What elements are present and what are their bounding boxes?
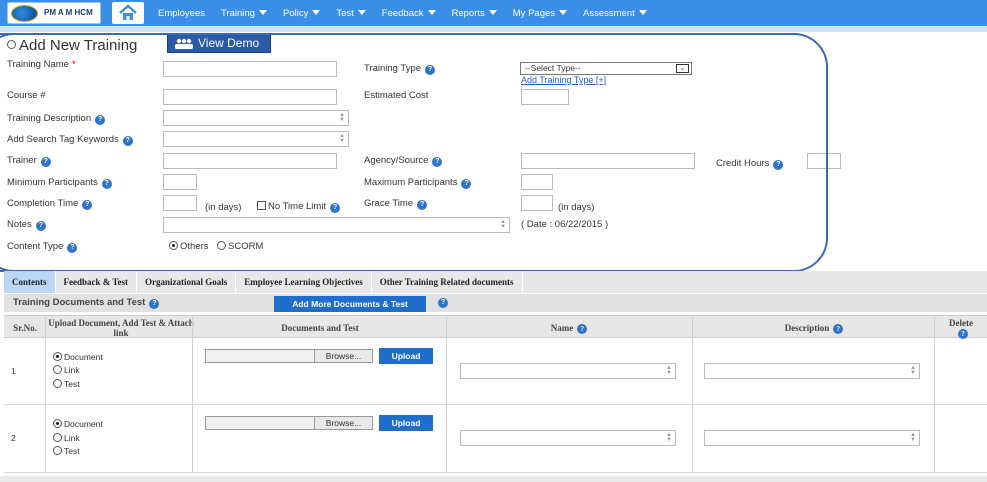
- resize-spinner-icon: ▲ ▼: [910, 365, 916, 376]
- col-name: Name?: [446, 323, 692, 334]
- tab-bar: Contents Feedback & Test Organizational …: [4, 271, 987, 293]
- row-sr-number: 2: [11, 433, 16, 443]
- radio-icon: [53, 379, 62, 388]
- option-document-radio[interactable]: Document: [53, 352, 103, 362]
- help-icon: ?: [577, 324, 588, 334]
- home-icon: [119, 4, 137, 20]
- caret-down-icon: [559, 9, 568, 15]
- company-logo[interactable]: PM A M HCM: [7, 2, 101, 24]
- radio-selected-icon: [53, 419, 62, 428]
- menu-assessment[interactable]: Assessment: [583, 8, 647, 19]
- tab-organizational-goals[interactable]: Organizational Goals: [137, 271, 237, 293]
- file-input[interactable]: Browse...: [205, 349, 373, 363]
- upload-button[interactable]: Upload: [379, 415, 433, 431]
- globe-logo-icon: [11, 5, 38, 22]
- caret-down-icon: [258, 9, 267, 15]
- horizontal-scrollbar[interactable]: [0, 476, 987, 482]
- tab-contents[interactable]: Contents: [4, 271, 56, 293]
- help-icon: ?: [833, 324, 844, 334]
- caret-down-icon: [357, 9, 366, 15]
- file-input[interactable]: Browse...: [205, 416, 373, 430]
- logo-text: PM A M HCM: [44, 8, 93, 17]
- description-textarea[interactable]: ▲ ▼: [704, 363, 920, 379]
- option-document-radio[interactable]: Document: [53, 419, 103, 429]
- annotation-outline: [0, 33, 828, 272]
- main-menu: Employees Training Policy Test Feedback …: [158, 0, 663, 26]
- upload-button[interactable]: Upload: [379, 348, 433, 364]
- col-upload: Upload Document, Add Test & Attach link: [48, 318, 194, 338]
- browse-button[interactable]: Browse...: [314, 350, 372, 362]
- col-delete: Delete?: [949, 318, 973, 339]
- top-navigation-bar: PM A M HCM Employees Training Policy Tes…: [0, 0, 987, 26]
- option-link-radio[interactable]: Link: [53, 433, 80, 443]
- name-textarea[interactable]: ▲ ▼: [460, 363, 676, 379]
- annotation-outline-left: [0, 33, 40, 272]
- name-textarea[interactable]: ▲ ▼: [460, 430, 676, 446]
- tab-other-documents[interactable]: Other Training Related documents: [372, 271, 523, 293]
- menu-employees[interactable]: Employees: [158, 8, 205, 19]
- add-more-documents-button[interactable]: Add More Documents & Test: [274, 296, 426, 312]
- col-srno: Sr.No.: [13, 323, 37, 333]
- radio-selected-icon: [53, 352, 62, 361]
- option-link-radio[interactable]: Link: [53, 365, 80, 375]
- help-icon[interactable]: ?: [438, 298, 448, 308]
- documents-table-header: Sr.No. Upload Document, Add Test & Attac…: [4, 315, 987, 339]
- radio-icon: [53, 433, 62, 442]
- description-textarea[interactable]: ▲ ▼: [704, 430, 920, 446]
- col-documents: Documents and Test: [281, 323, 359, 333]
- menu-training[interactable]: Training: [221, 8, 267, 19]
- menu-test[interactable]: Test: [336, 8, 366, 19]
- sub-header-strip: [0, 26, 987, 32]
- caret-down-icon: [427, 9, 436, 15]
- browse-button[interactable]: Browse...: [314, 417, 372, 429]
- caret-down-icon: [638, 9, 647, 15]
- menu-my-pages[interactable]: My Pages: [513, 8, 568, 19]
- section-title: Training Documents and Test?: [13, 297, 160, 309]
- radio-icon: [53, 446, 62, 455]
- col-description: Description?: [692, 323, 936, 334]
- resize-spinner-icon: ▲ ▼: [666, 365, 672, 376]
- radio-icon: [53, 365, 62, 374]
- tab-employee-learning-objectives[interactable]: Employee Learning Objectives: [236, 271, 372, 293]
- home-button[interactable]: [112, 2, 144, 24]
- resize-spinner-icon: ▲ ▼: [910, 432, 916, 443]
- menu-feedback[interactable]: Feedback: [382, 8, 436, 19]
- row-sr-number: 1: [11, 366, 16, 376]
- option-test-radio[interactable]: Test: [53, 379, 80, 389]
- documents-section-header: Training Documents and Test?: [4, 294, 987, 312]
- help-icon: ?: [149, 299, 160, 309]
- resize-spinner-icon: ▲ ▼: [666, 432, 672, 443]
- caret-down-icon: [488, 9, 497, 15]
- menu-policy[interactable]: Policy: [283, 8, 321, 19]
- caret-down-icon: [312, 9, 321, 15]
- option-test-radio[interactable]: Test: [53, 446, 80, 456]
- menu-reports[interactable]: Reports: [452, 8, 497, 19]
- tab-feedback-test[interactable]: Feedback & Test: [56, 271, 138, 293]
